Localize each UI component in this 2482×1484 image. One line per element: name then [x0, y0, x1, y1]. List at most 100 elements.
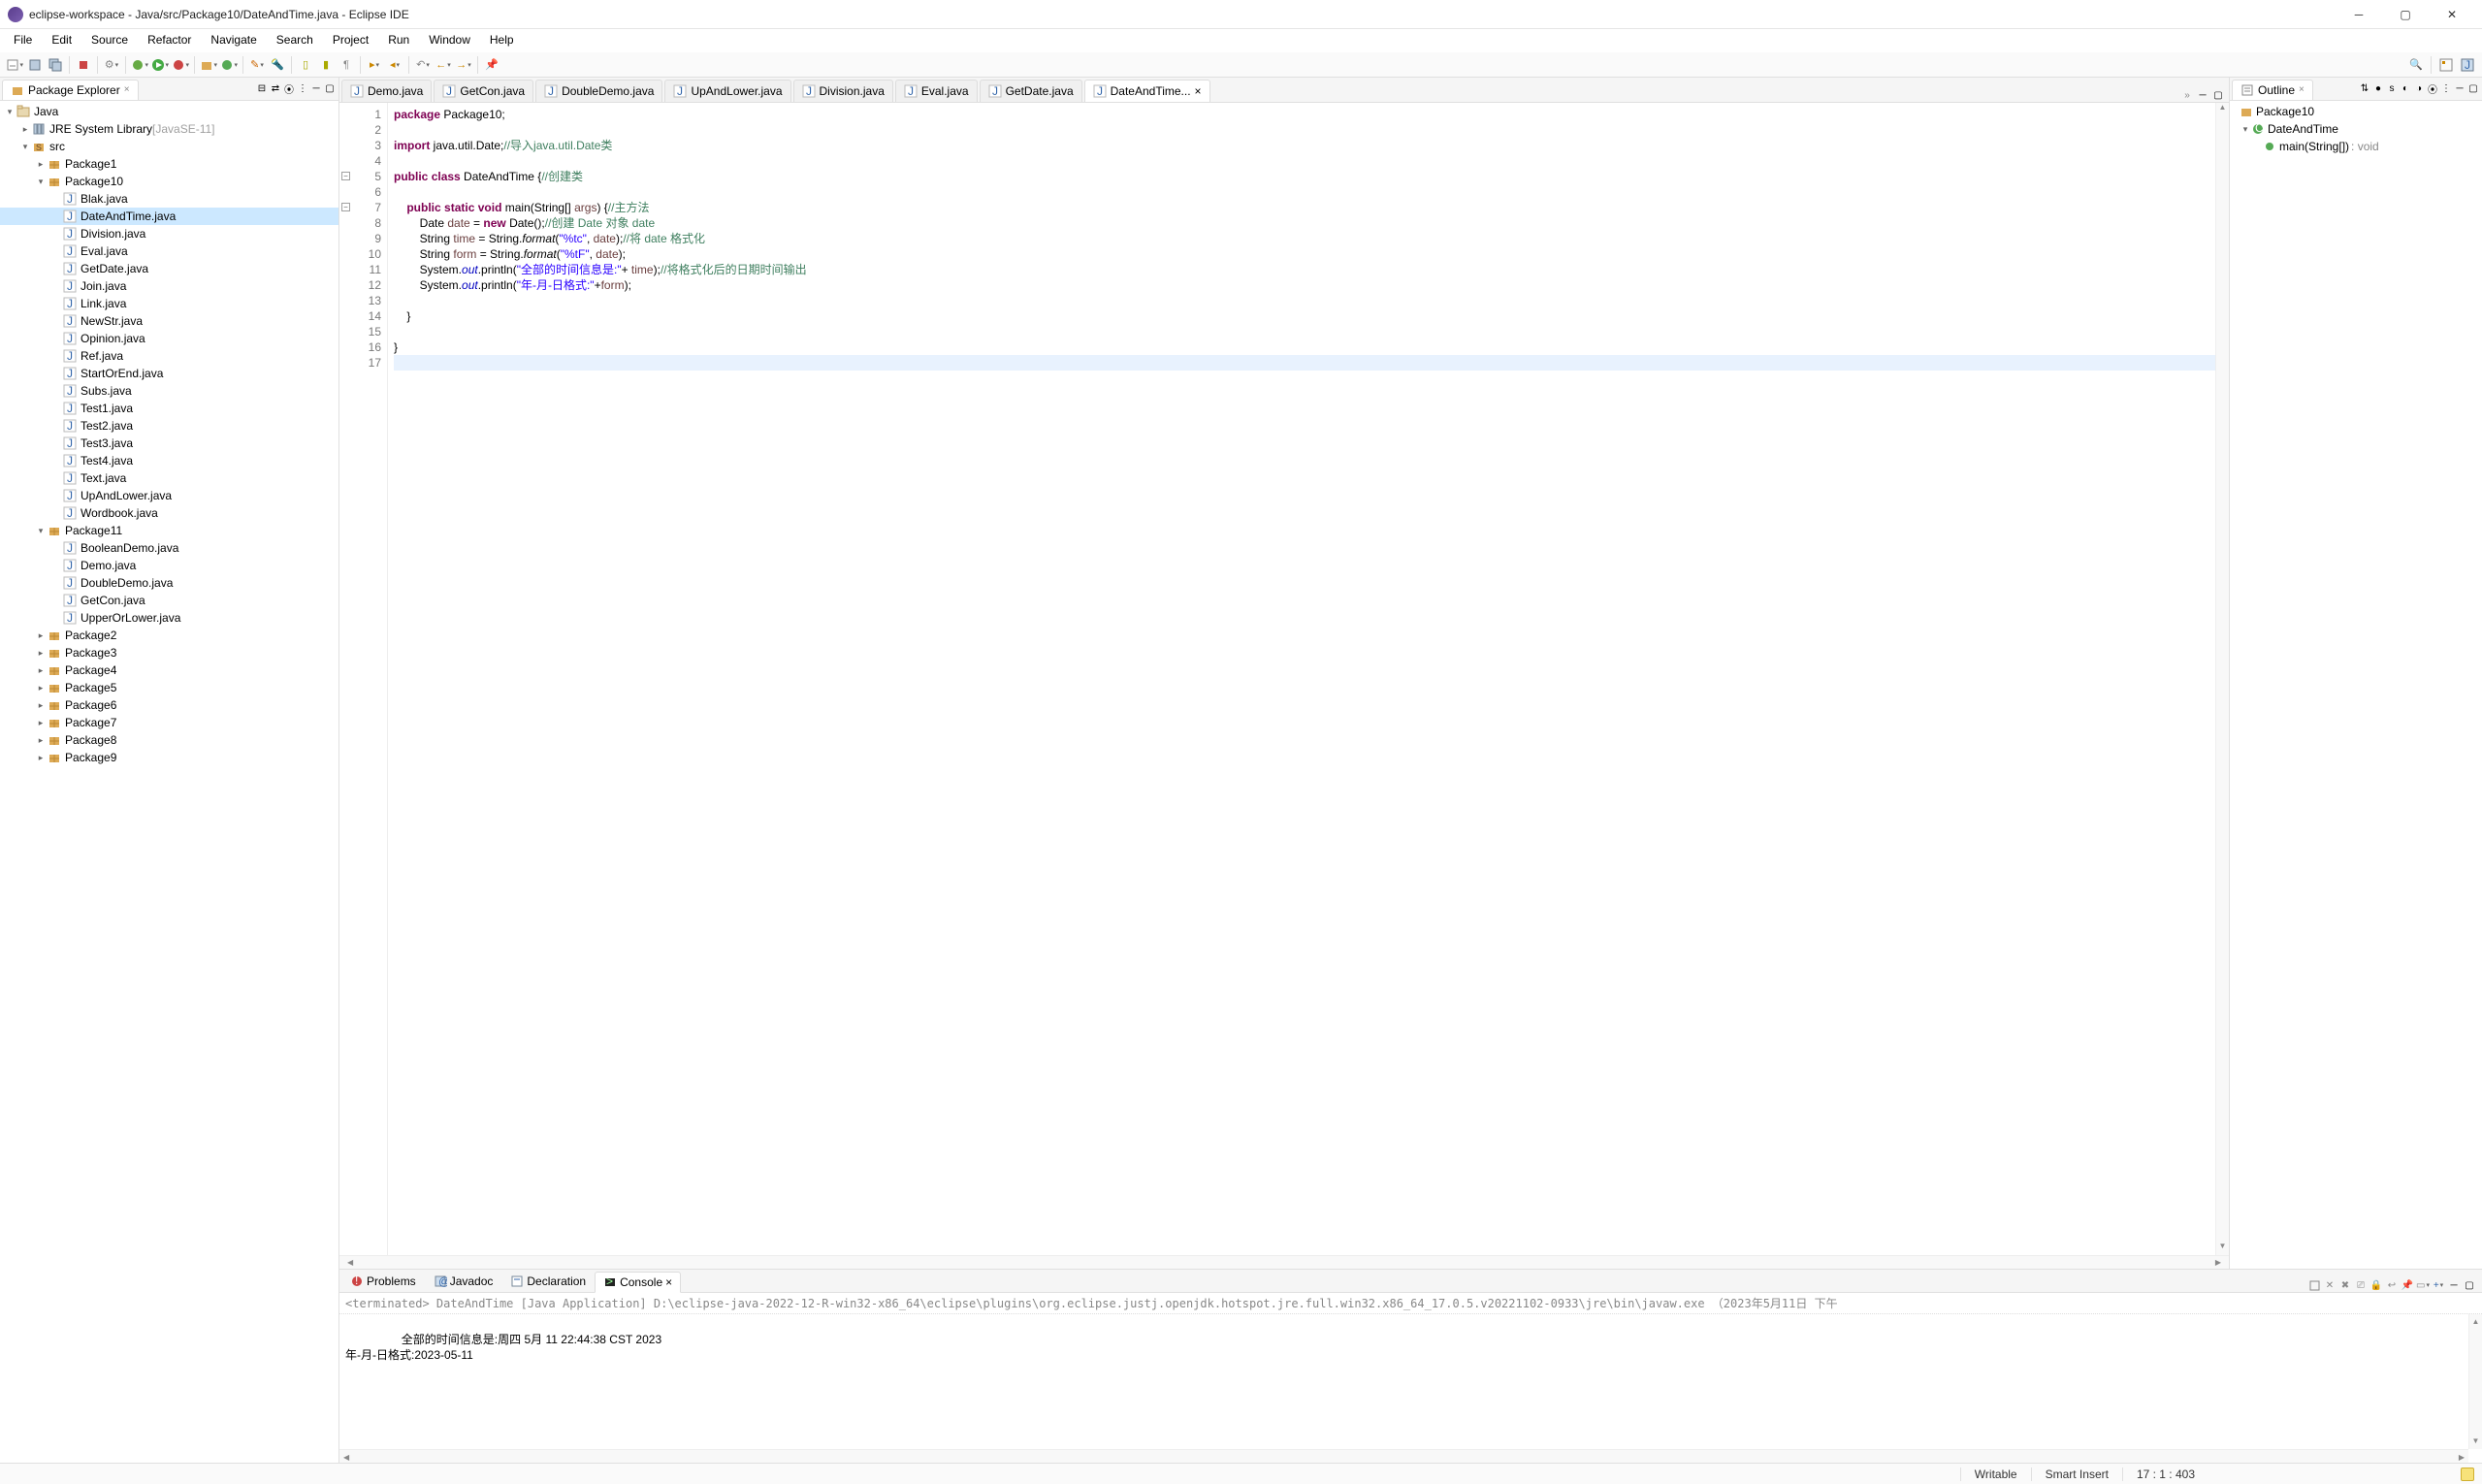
link-editor-icon[interactable]: ⇄: [269, 82, 282, 96]
new-button[interactable]: [6, 56, 23, 74]
close-icon[interactable]: ×: [1195, 84, 1202, 98]
outline-tree[interactable]: Package10 ▾ C DateAndTime main(String[])…: [2230, 101, 2482, 1269]
tree-file[interactable]: JTest4.java: [0, 452, 338, 469]
outline-package[interactable]: Package10: [2232, 103, 2480, 120]
sort-icon[interactable]: ⇅: [2358, 82, 2371, 96]
clear-console-icon[interactable]: ⎚: [2354, 1278, 2368, 1292]
maximize-button[interactable]: ▢: [2383, 0, 2428, 29]
tree-file[interactable]: JGetDate.java: [0, 260, 338, 277]
editor-tab[interactable]: JDemo.java: [341, 80, 432, 102]
minimize-view-icon[interactable]: ─: [2447, 1278, 2461, 1292]
package-explorer-tab[interactable]: Package Explorer ×: [2, 80, 139, 100]
open-type-button[interactable]: ⚙: [103, 56, 120, 74]
menu-edit[interactable]: Edit: [42, 29, 81, 52]
search-button[interactable]: 🔦: [269, 56, 286, 74]
run-button[interactable]: [151, 56, 169, 74]
back-button[interactable]: ←: [435, 56, 452, 74]
editor-vscrollbar[interactable]: ▲ ▼: [2215, 103, 2229, 1255]
scroll-right-icon[interactable]: ▶: [2211, 1258, 2225, 1267]
menu-file[interactable]: File: [4, 29, 42, 52]
menu-refactor[interactable]: Refactor: [138, 29, 201, 52]
outline-method[interactable]: main(String[]) : void: [2232, 138, 2480, 155]
tree-package[interactable]: ▸Package9: [0, 749, 338, 766]
editor-tab[interactable]: JGetDate.java: [980, 80, 1082, 102]
console-hscrollbar[interactable]: ◀▶: [339, 1449, 2468, 1463]
terminate-icon[interactable]: [2307, 1278, 2321, 1292]
open-console-icon[interactable]: +: [2432, 1278, 2445, 1292]
tree-package[interactable]: ▸Package6: [0, 696, 338, 714]
annotation-prev-button[interactable]: ◂: [386, 56, 403, 74]
tree-file[interactable]: JDivision.java: [0, 225, 338, 242]
editor-tab[interactable]: JGetCon.java: [434, 80, 533, 102]
tree-package[interactable]: ▾Package11: [0, 522, 338, 539]
coverage-button[interactable]: [172, 56, 189, 74]
new-class-button[interactable]: [220, 56, 238, 74]
focus-icon[interactable]: ⦿: [282, 82, 296, 96]
outline-tab[interactable]: Outline ×: [2232, 80, 2313, 100]
save-all-button[interactable]: [47, 56, 64, 74]
pin-editor-button[interactable]: 📌: [483, 56, 500, 74]
tree-file[interactable]: JDoubleDemo.java: [0, 574, 338, 592]
tree-file[interactable]: JStartOrEnd.java: [0, 365, 338, 382]
minimize-button[interactable]: ─: [2337, 0, 2381, 29]
tree-file[interactable]: JDateAndTime.java: [0, 208, 338, 225]
menu-window[interactable]: Window: [419, 29, 480, 52]
hide-nonpublic-icon[interactable]: ◐: [2399, 82, 2412, 96]
last-edit-button[interactable]: ↶: [414, 56, 432, 74]
tree-file[interactable]: JText.java: [0, 469, 338, 487]
word-wrap-icon[interactable]: ↩: [2385, 1278, 2399, 1292]
show-list-icon[interactable]: »: [2180, 88, 2194, 102]
maximize-view-icon[interactable]: ▢: [2463, 1278, 2476, 1292]
annotation-next-button[interactable]: ▸: [366, 56, 383, 74]
remove-all-icon[interactable]: ✖: [2338, 1278, 2352, 1292]
hide-static-icon[interactable]: s: [2385, 82, 2399, 96]
editor-tab[interactable]: JUpAndLower.java: [664, 80, 790, 102]
tree-package[interactable]: ▸Package8: [0, 731, 338, 749]
forward-button[interactable]: →: [455, 56, 472, 74]
show-whitespace-button[interactable]: ¶: [338, 56, 355, 74]
menu-navigate[interactable]: Navigate: [201, 29, 266, 52]
tree-package[interactable]: ▸Package3: [0, 644, 338, 661]
tree-file[interactable]: JRef.java: [0, 347, 338, 365]
menu-project[interactable]: Project: [323, 29, 378, 52]
toggle-block-button[interactable]: ▮: [317, 56, 335, 74]
hide-local-icon[interactable]: ◑: [2412, 82, 2426, 96]
collapse-all-icon[interactable]: ⊟: [255, 82, 269, 96]
focus-icon[interactable]: ⦿: [2426, 82, 2439, 96]
tree-file[interactable]: JTest3.java: [0, 435, 338, 452]
scroll-up-icon[interactable]: ▲: [2216, 103, 2229, 116]
open-perspective-button[interactable]: [2437, 56, 2455, 74]
bottom-tab-console[interactable]: >Console×: [595, 1272, 681, 1293]
scroll-left-icon[interactable]: ◀: [343, 1258, 357, 1267]
view-menu-icon[interactable]: ⋮: [296, 82, 309, 96]
tree-file[interactable]: JGetCon.java: [0, 592, 338, 609]
console-output[interactable]: 全部的时间信息是:周四 5月 11 22:44:38 CST 2023 年-月-…: [339, 1314, 2482, 1463]
editor-tab[interactable]: JDateAndTime...×: [1084, 80, 1210, 103]
menu-help[interactable]: Help: [480, 29, 524, 52]
hide-fields-icon[interactable]: ●: [2371, 82, 2385, 96]
menu-search[interactable]: Search: [267, 29, 323, 52]
new-package-button[interactable]: [200, 56, 217, 74]
tree-file[interactable]: JEval.java: [0, 242, 338, 260]
quick-access-button[interactable]: 🔍: [2407, 56, 2425, 74]
pin-console-icon[interactable]: 📌: [2401, 1278, 2414, 1292]
close-icon[interactable]: ×: [124, 84, 130, 95]
close-icon[interactable]: ×: [665, 1275, 672, 1289]
save-button[interactable]: [26, 56, 44, 74]
close-icon[interactable]: ×: [2299, 84, 2305, 95]
editor-tab[interactable]: JDoubleDemo.java: [535, 80, 662, 102]
scroll-down-icon[interactable]: ▼: [2216, 1242, 2229, 1255]
tree-file[interactable]: JNewStr.java: [0, 312, 338, 330]
tree-file[interactable]: JBlak.java: [0, 190, 338, 208]
tree-package[interactable]: ▸Package1: [0, 155, 338, 173]
open-task-button[interactable]: ✎: [248, 56, 266, 74]
minimize-view-icon[interactable]: ─: [2196, 88, 2209, 102]
tree-package[interactable]: ▾Package10: [0, 173, 338, 190]
tree-package[interactable]: ▸Package7: [0, 714, 338, 731]
tree-file[interactable]: JBooleanDemo.java: [0, 539, 338, 557]
editor-hscrollbar[interactable]: ◀ ▶: [339, 1255, 2229, 1269]
tree-package[interactable]: ▸Package4: [0, 661, 338, 679]
tree-src[interactable]: ▾ssrc: [0, 138, 338, 155]
maximize-view-icon[interactable]: ▢: [2466, 82, 2480, 96]
package-tree[interactable]: ▾Java▸JRE System Library [JavaSE-11]▾ssr…: [0, 101, 338, 1463]
